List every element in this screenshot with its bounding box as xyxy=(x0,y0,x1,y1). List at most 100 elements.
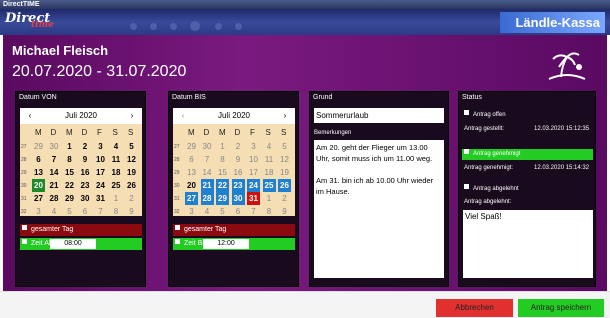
calendar-day[interactable]: 10 xyxy=(247,153,260,166)
checkbox-box[interactable] xyxy=(464,184,469,189)
calendar-day[interactable]: 10 xyxy=(94,153,107,166)
save-button[interactable]: Antrag speichern xyxy=(518,299,604,317)
calendar-day[interactable]: 17 xyxy=(247,166,260,179)
calendar-day[interactable]: 28 xyxy=(200,192,214,205)
calendar-day[interactable]: 9 xyxy=(79,153,92,166)
full-day-checkbox[interactable]: gesamter Tag xyxy=(20,224,142,236)
calendar-day[interactable]: 22 xyxy=(63,179,76,192)
calendar-day[interactable]: 3 xyxy=(94,140,107,153)
calendar-day[interactable]: 30 xyxy=(231,192,245,205)
calendar-day[interactable]: 14 xyxy=(201,166,214,179)
calendar-day[interactable]: 9 xyxy=(232,153,245,166)
calendar-day[interactable]: 3 xyxy=(247,140,260,153)
calendar-day[interactable]: 11 xyxy=(110,153,123,166)
calendar-day[interactable]: 26 xyxy=(278,179,291,192)
calendar-day[interactable]: 24 xyxy=(247,179,260,192)
calendar-day[interactable]: 30 xyxy=(79,192,92,205)
calendar-day[interactable]: 8 xyxy=(263,205,276,218)
status-open-checkbox[interactable]: Antrag offen xyxy=(462,110,593,121)
time-to-input[interactable]: 12:00 xyxy=(203,239,249,249)
calendar-day[interactable]: 7 xyxy=(247,205,260,218)
calendar-day[interactable]: 9 xyxy=(278,205,291,218)
calendar-day[interactable]: 1 xyxy=(263,192,276,205)
calendar-day[interactable]: 2 xyxy=(232,140,245,153)
calendar-day[interactable]: 26 xyxy=(125,179,138,192)
calendar-day[interactable]: 1 xyxy=(110,192,123,205)
calendar-day[interactable]: 21 xyxy=(200,179,214,192)
time-from-input[interactable]: 08:00 xyxy=(50,239,96,249)
calendar-day[interactable]: 3 xyxy=(32,205,45,218)
calendar-day[interactable]: 4 xyxy=(48,205,61,218)
calendar-day[interactable]: 7 xyxy=(94,205,107,218)
calendar-day[interactable]: 2 xyxy=(278,192,291,205)
calendar-day[interactable]: 22 xyxy=(216,179,229,192)
calendar-day[interactable]: 16 xyxy=(232,166,245,179)
calendar-day[interactable]: 30 xyxy=(48,140,61,153)
rejected-textarea[interactable]: Viel Spaß! xyxy=(463,210,593,278)
calendar-day[interactable]: 1 xyxy=(63,140,76,153)
calendar-day[interactable]: 25 xyxy=(262,179,276,192)
calendar-day[interactable]: 5 xyxy=(278,140,291,153)
reason-input[interactable]: Sommerurlaub xyxy=(314,108,444,123)
calendar-day[interactable]: 27 xyxy=(32,192,45,205)
calendar-day[interactable]: 7 xyxy=(201,153,214,166)
calendar-day[interactable]: 12 xyxy=(278,153,291,166)
status-rejected-checkbox[interactable]: Antrag abgelehnt xyxy=(462,184,593,195)
full-day-checkbox[interactable]: gesamter Tag xyxy=(173,224,295,236)
calendar-day[interactable]: 19 xyxy=(278,166,291,179)
next-month-button[interactable]: › xyxy=(126,110,138,122)
calendar-day[interactable]: 12 xyxy=(125,153,138,166)
calendar-day[interactable]: 2 xyxy=(125,192,138,205)
status-approved-checkbox[interactable]: Antrag genehmigt xyxy=(462,149,593,160)
calendar-day[interactable]: 29 xyxy=(216,192,229,205)
calendar-day[interactable]: 19 xyxy=(125,166,138,179)
calendar-day[interactable]: 11 xyxy=(263,153,276,166)
calendar-day[interactable]: 29 xyxy=(63,192,76,205)
calendar-day[interactable]: 30 xyxy=(201,140,214,153)
notes-textarea[interactable]: Am 20. geht der Flieger um 13.00 Uhr, so… xyxy=(314,140,444,278)
calendar-day[interactable]: 4 xyxy=(263,140,276,153)
calendar-day[interactable]: 14 xyxy=(48,166,61,179)
calendar-day[interactable]: 16 xyxy=(79,166,92,179)
calendar-day[interactable]: 29 xyxy=(32,140,45,153)
calendar-day[interactable]: 5 xyxy=(63,205,76,218)
calendar-day[interactable]: 13 xyxy=(32,166,45,179)
calendar-day[interactable]: 4 xyxy=(110,140,123,153)
calendar-day[interactable]: 8 xyxy=(63,153,76,166)
calendar-day[interactable]: 6 xyxy=(185,153,198,166)
calendar-day[interactable]: 31 xyxy=(94,192,107,205)
checkbox-checked[interactable] xyxy=(175,239,180,244)
calendar-day[interactable]: 31 xyxy=(247,192,260,205)
calendar-day[interactable]: 18 xyxy=(110,166,123,179)
checkbox-checked[interactable] xyxy=(22,239,27,244)
calendar-day[interactable]: 9 xyxy=(125,205,138,218)
cancel-button[interactable]: Abbrechen xyxy=(436,299,513,317)
prev-month-button[interactable]: ‹ xyxy=(24,110,36,122)
calendar-day[interactable]: 20 xyxy=(32,179,45,192)
calendar-day[interactable]: 5 xyxy=(125,140,138,153)
calendar-day[interactable]: 25 xyxy=(110,179,123,192)
prev-month-button[interactable]: ‹ xyxy=(177,110,189,122)
calendar-day[interactable]: 7 xyxy=(48,153,61,166)
calendar-day[interactable]: 8 xyxy=(110,205,123,218)
calendar-day[interactable]: 6 xyxy=(79,205,92,218)
calendar-day[interactable]: 24 xyxy=(94,179,107,192)
calendar-day[interactable]: 28 xyxy=(48,192,61,205)
checkbox-box[interactable] xyxy=(22,225,27,230)
calendar-day[interactable]: 3 xyxy=(185,205,198,218)
calendar-day[interactable]: 13 xyxy=(185,166,198,179)
calendar-day[interactable]: 8 xyxy=(216,153,229,166)
calendar-day[interactable]: 23 xyxy=(79,179,92,192)
calendar-day[interactable]: 1 xyxy=(216,140,229,153)
calendar-day[interactable]: 17 xyxy=(94,166,107,179)
calendar-day[interactable]: 2 xyxy=(79,140,92,153)
calendar-day[interactable]: 29 xyxy=(185,140,198,153)
calendar-day[interactable]: 27 xyxy=(185,192,198,205)
calendar-day[interactable]: 15 xyxy=(216,166,229,179)
calendar-day[interactable]: 5 xyxy=(216,205,229,218)
checkbox-box[interactable] xyxy=(175,225,180,230)
calendar-day[interactable]: 23 xyxy=(231,179,245,192)
next-month-button[interactable]: › xyxy=(279,110,291,122)
calendar-day[interactable]: 6 xyxy=(32,153,45,166)
calendar-day[interactable]: 15 xyxy=(63,166,76,179)
